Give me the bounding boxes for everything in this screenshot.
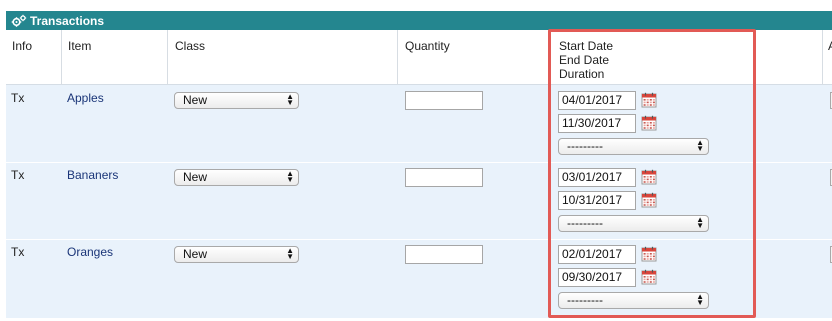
select-arrows-icon: ▲ ▼ [696,292,704,307]
calendar-icon[interactable] [641,246,657,262]
end-date-input[interactable]: 11/30/2017 [558,114,636,133]
column-header-info: Info [12,39,33,53]
quantity-input[interactable] [405,245,483,264]
column-header-next: A [828,39,832,53]
select-arrows-icon: ▲ ▼ [286,246,294,261]
duration-select-value: --------- [567,216,603,230]
column-divider [397,30,398,85]
panel-titlebar: Transactions [6,11,832,30]
column-divider [822,30,823,85]
quantity-input[interactable] [405,168,483,187]
select-arrows-icon: ▲ ▼ [286,169,294,184]
duration-select[interactable]: --------- ▲ ▼ [558,215,709,232]
item-link[interactable]: Oranges [67,245,113,259]
calendar-icon[interactable] [641,169,657,185]
quantity-input[interactable] [405,91,483,110]
column-header-start-date: Start Date [559,39,614,53]
duration-select-value: --------- [567,139,603,153]
panel-title: Transactions [30,13,105,28]
column-header-dates: Start Date End Date Duration [559,39,613,81]
class-select-value: New [183,93,208,107]
class-select-value: New [183,247,208,261]
class-select[interactable]: New ▲ ▼ [174,169,299,186]
column-header-class: Class [175,39,206,53]
calendar-icon[interactable] [641,192,657,208]
calendar-icon[interactable] [641,92,657,108]
column-header-item: Item [68,39,92,53]
class-select-value: New [183,170,208,184]
select-arrows-icon: ▲ ▼ [286,92,294,107]
gear-icon [11,14,27,28]
end-date-input[interactable]: 09/30/2017 [558,268,636,287]
item-link[interactable]: Bananers [67,168,118,182]
column-header-duration: Duration [559,67,605,81]
row-info: Tx [11,91,25,105]
table-header: Info Item Class Quantity Start Date End … [6,30,832,85]
column-divider [167,30,168,85]
duration-select-value: --------- [567,293,603,307]
calendar-icon[interactable] [641,115,657,131]
duration-select[interactable]: --------- ▲ ▼ [558,292,709,309]
start-date-input[interactable]: 04/01/2017 [558,91,636,110]
row-info: Tx [11,245,25,259]
column-header-end-date: End Date [559,53,610,67]
end-date-input[interactable]: 10/31/2017 [558,191,636,210]
start-date-input[interactable]: 03/01/2017 [558,168,636,187]
column-header-quantity: Quantity [405,39,450,53]
calendar-icon[interactable] [641,269,657,285]
row-info: Tx [11,168,25,182]
duration-select[interactable]: --------- ▲ ▼ [558,138,709,155]
item-link[interactable]: Apples [67,91,104,105]
class-select[interactable]: New ▲ ▼ [174,246,299,263]
column-divider [61,30,62,85]
class-select[interactable]: New ▲ ▼ [174,92,299,109]
select-arrows-icon: ▲ ▼ [696,138,704,153]
select-arrows-icon: ▲ ▼ [696,215,704,230]
start-date-input[interactable]: 02/01/2017 [558,245,636,264]
